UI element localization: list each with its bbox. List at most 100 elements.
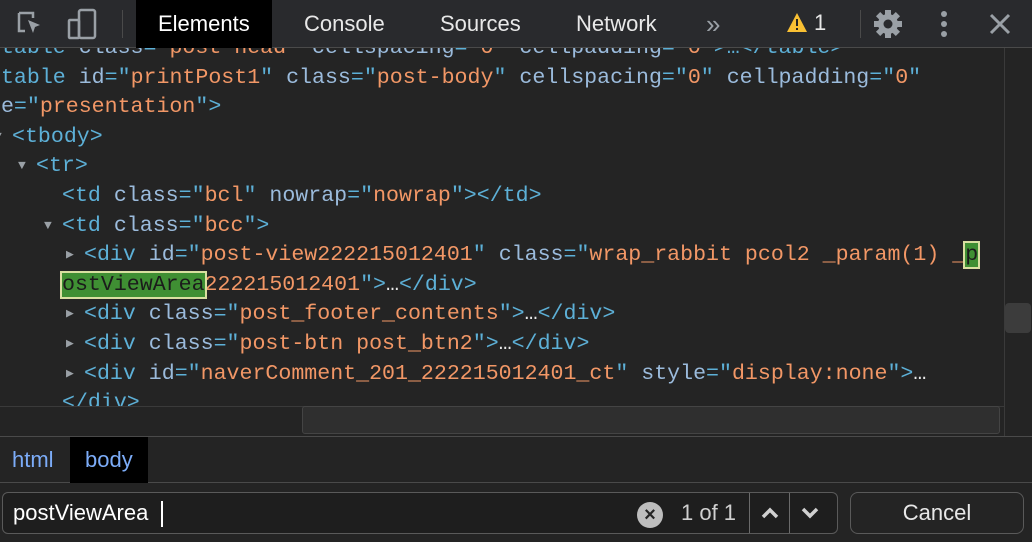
- tag-token: <div: [84, 361, 149, 386]
- dom-node-line[interactable]: le="presentation">: [0, 92, 221, 122]
- tag-token: =": [347, 184, 374, 208]
- tag-token: ">: [243, 213, 270, 238]
- dom-node-line[interactable]: ostViewArea222215012401">…</div>: [60, 270, 477, 300]
- divider: [122, 10, 123, 38]
- vertical-scrollbar-thumb[interactable]: [1005, 303, 1031, 333]
- tab-sources[interactable]: Sources: [418, 0, 543, 48]
- tag-token: ">: [887, 361, 914, 386]
- text-cursor: [161, 501, 163, 527]
- close-icon[interactable]: [984, 8, 1016, 40]
- attribute-name: cellspacing: [312, 48, 455, 60]
- expand-triangle-closed-icon[interactable]: ▶: [66, 306, 74, 321]
- tab-network[interactable]: Network: [554, 0, 679, 48]
- tag-token: ": [700, 65, 727, 90]
- attribute-value: 0: [687, 48, 701, 60]
- expand-triangle-closed-icon[interactable]: ▶: [66, 336, 74, 351]
- search-bar: × 1 of 1: [2, 492, 838, 534]
- tag-token: ": [493, 65, 520, 90]
- tag-token: =": [174, 243, 201, 268]
- warning-count: 1: [814, 10, 827, 35]
- tag-token: ">: [498, 302, 525, 327]
- tag-token: ">: [360, 272, 386, 297]
- attribute-name: id: [78, 65, 105, 90]
- attribute-value: bcc: [204, 213, 244, 238]
- next-match-button[interactable]: [789, 493, 829, 533]
- dom-tree[interactable]: <table class="post-head" cellspacing="0"…: [0, 48, 1004, 406]
- dom-node-line[interactable]: <table class="post-head" cellspacing="0"…: [0, 48, 843, 63]
- divider: [860, 10, 861, 38]
- previous-match-button[interactable]: [749, 493, 789, 533]
- dom-node-line[interactable]: <div id="post-view222215012401" class="w…: [84, 240, 981, 270]
- attribute-name: id: [148, 243, 175, 268]
- attribute-value: nowrap: [373, 184, 451, 208]
- settings-gear-icon[interactable]: [872, 8, 904, 40]
- attribute-name: id: [148, 361, 175, 386]
- expand-triangle-open-icon[interactable]: ▼: [18, 158, 26, 173]
- attribute-value: post-body: [376, 65, 494, 90]
- attribute-value: 0: [687, 65, 701, 90]
- dom-node-line[interactable]: <div class="post_footer_contents">…</div…: [84, 299, 615, 329]
- tag-token: =": [454, 48, 481, 60]
- attribute-name: nowrap: [269, 184, 348, 208]
- warnings-button[interactable]: 1: [786, 10, 826, 36]
- match-count: 1 of 1: [681, 500, 737, 525]
- tab-console[interactable]: Console: [282, 0, 407, 48]
- tag-token: <td: [62, 213, 114, 238]
- dom-node-line[interactable]: </div>: [62, 388, 140, 406]
- tag-token: =": [661, 48, 688, 60]
- tag-token: ": [493, 48, 520, 60]
- chevron-up-icon: [761, 507, 778, 519]
- clear-search-icon[interactable]: ×: [637, 502, 663, 528]
- attribute-name: cellspacing: [519, 65, 662, 90]
- attribute-name: style: [641, 361, 707, 386]
- device-toolbar-icon[interactable]: [66, 8, 98, 40]
- dom-node-line[interactable]: <tr>: [36, 151, 88, 181]
- tag-token: <div: [84, 243, 149, 268]
- more-options-icon[interactable]: [928, 8, 960, 40]
- ellipsis: …: [385, 272, 399, 297]
- search-input[interactable]: [13, 497, 613, 529]
- breadcrumb-html[interactable]: html: [0, 437, 66, 483]
- dom-node-line[interactable]: <td class="bcc">: [62, 211, 269, 241]
- tag-token: =": [869, 65, 896, 90]
- tag-token: =": [178, 213, 205, 238]
- expand-triangle-open-icon[interactable]: ▼: [44, 218, 52, 233]
- dom-node-line[interactable]: <div id="naverComment_201_222215012401_c…: [84, 359, 926, 389]
- dom-node-line[interactable]: <td class="bcl" nowrap="nowrap"></td>: [62, 181, 542, 211]
- expand-triangle-closed-icon[interactable]: ▶: [66, 247, 74, 262]
- horizontal-scrollbar-thumb[interactable]: [302, 406, 1000, 434]
- attribute-name: class: [286, 65, 351, 90]
- tag-token: =": [661, 65, 688, 90]
- expand-triangle-open-icon[interactable]: ▼: [0, 129, 2, 144]
- attribute-value: naverComment_201_222215012401_ct: [200, 361, 616, 386]
- attribute-name: class: [78, 48, 144, 60]
- attribute-name: cellpadding: [519, 48, 662, 60]
- breadcrumb-body[interactable]: body: [70, 437, 148, 483]
- tag-token: =": [563, 243, 590, 268]
- tag-token: <div: [84, 302, 149, 327]
- attribute-name: le: [0, 95, 14, 120]
- attribute-value: post-view222215012401: [200, 243, 473, 268]
- dom-node-line[interactable]: <table id="printPost1" class="post-body"…: [0, 63, 921, 93]
- search-highlight: ostViewArea: [60, 270, 207, 299]
- inspect-element-icon[interactable]: [14, 8, 46, 40]
- tag-token: =": [213, 302, 240, 327]
- tab-elements[interactable]: Elements: [136, 0, 272, 48]
- cancel-button[interactable]: Cancel: [850, 492, 1024, 534]
- dom-node-line[interactable]: <tbody>: [12, 122, 103, 152]
- dom-node-line[interactable]: <div class="post-btn post_btn2">…</div>: [84, 329, 589, 359]
- tag-token: ": [260, 65, 287, 90]
- tag-token: </div>: [398, 272, 477, 297]
- tag-token: ": [286, 48, 312, 60]
- tag-token: ">: [472, 332, 499, 356]
- tag-token: ">: [195, 95, 222, 120]
- tag-token: <table: [0, 48, 66, 60]
- more-tabs-button[interactable]: »: [684, 0, 742, 48]
- tag-token: <div: [84, 332, 149, 356]
- attribute-value: 0: [895, 65, 909, 90]
- breadcrumb: html body: [0, 436, 1032, 483]
- expand-triangle-closed-icon[interactable]: ▶: [66, 366, 74, 381]
- tag-token: =": [178, 184, 205, 208]
- attribute-value: 222215012401: [204, 272, 361, 297]
- vertical-scrollbar[interactable]: [1004, 48, 1032, 436]
